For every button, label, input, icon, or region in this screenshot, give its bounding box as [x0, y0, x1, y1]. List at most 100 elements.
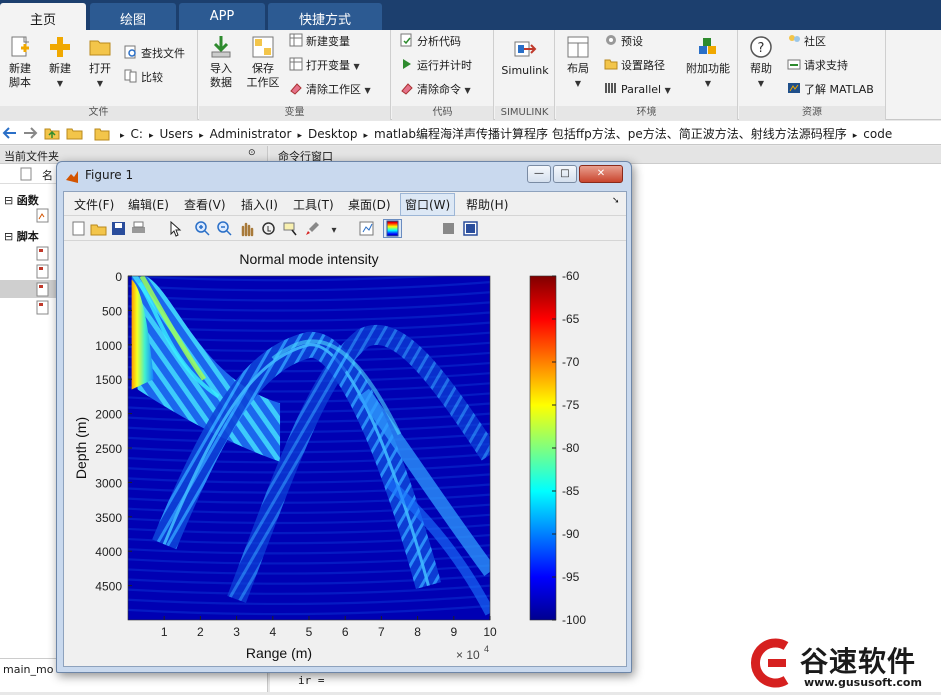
- new-figure-icon[interactable]: [70, 220, 87, 237]
- minimize-button[interactable]: —: [527, 165, 551, 183]
- pointer-icon[interactable]: [166, 220, 183, 237]
- save-icon[interactable]: [110, 220, 127, 237]
- zoom-in-icon[interactable]: [194, 220, 211, 237]
- help-icon: ?: [750, 36, 772, 58]
- data-cursor-icon[interactable]: [282, 220, 299, 237]
- browse-folder-icon[interactable]: [66, 125, 84, 141]
- new-variable-label: 新建变量: [306, 35, 350, 48]
- folder-path-icon: [94, 128, 110, 141]
- save-workspace-button[interactable]: 保存 工作区: [243, 34, 283, 90]
- import-label: 导入 数据: [210, 62, 232, 89]
- pane-menu-icon[interactable]: ⊙: [248, 148, 256, 158]
- breadcrumb-item[interactable]: Users: [159, 127, 193, 141]
- breadcrumb-separator-icon[interactable]: ▸: [853, 131, 858, 141]
- x-tick-label: 10: [483, 625, 497, 639]
- compare-button[interactable]: 比较: [124, 68, 163, 88]
- editor-tab-main[interactable]: main_mo: [0, 658, 60, 680]
- script-file-icon[interactable]: [36, 246, 50, 261]
- set-path-button[interactable]: 设置路径: [604, 56, 665, 76]
- breadcrumb-item[interactable]: C:: [131, 127, 143, 141]
- close-button[interactable]: ✕: [579, 165, 623, 183]
- new-variable-button[interactable]: 新建变量: [289, 32, 350, 52]
- breadcrumb-separator-icon[interactable]: ▸: [149, 131, 154, 141]
- link-icon[interactable]: ▾: [326, 220, 343, 237]
- selected-file-row[interactable]: [0, 280, 60, 298]
- new-script-button[interactable]: 新建 脚本: [2, 34, 38, 90]
- tab-home[interactable]: 主页: [0, 3, 86, 30]
- tab-shortcuts[interactable]: 快捷方式: [268, 3, 382, 30]
- run-and-time-button[interactable]: 运行并计时: [400, 56, 472, 76]
- scripts-group[interactable]: ⊟ 脚本: [4, 228, 39, 246]
- menu-tools[interactable]: 工具(T): [293, 196, 334, 213]
- colorbar-icon[interactable]: [358, 220, 375, 237]
- hide-plot-tools-icon[interactable]: [440, 220, 457, 237]
- find-files-button[interactable]: 查找文件: [124, 44, 185, 64]
- script-file-icon[interactable]: [36, 282, 50, 297]
- breadcrumb-separator-icon[interactable]: ▸: [120, 131, 125, 141]
- forward-arrow-icon[interactable]: [22, 125, 38, 141]
- import-data-button[interactable]: 导入 数据: [203, 34, 239, 90]
- brush-icon[interactable]: [304, 220, 321, 237]
- menu-overflow-icon[interactable]: ➘: [612, 196, 620, 206]
- help-button[interactable]: ? 帮助 ▼: [743, 34, 779, 91]
- collapse-icon[interactable]: ⊟: [4, 194, 13, 207]
- community-button[interactable]: 社区: [787, 32, 826, 52]
- name-column-header[interactable]: 名: [42, 167, 53, 183]
- collapse-icon[interactable]: ⊟: [4, 230, 13, 243]
- legend-icon[interactable]: [383, 219, 402, 238]
- menu-view[interactable]: 查看(V): [184, 196, 226, 213]
- clear-workspace-button[interactable]: 清除工作区 ▼: [289, 80, 371, 100]
- ribbon-group-file: 新建 脚本 新建 ▼ 打开 ▼ 查找文件 比较 文件: [0, 30, 198, 120]
- request-support-button[interactable]: 请求支持: [787, 56, 848, 76]
- request-support-label: 请求支持: [804, 59, 848, 72]
- clear-commands-button[interactable]: 清除命令 ▼: [400, 80, 471, 100]
- breadcrumb-item[interactable]: code: [863, 127, 892, 141]
- x-tick-label: 9: [450, 625, 457, 639]
- parallel-button[interactable]: Parallel ▼: [604, 80, 671, 100]
- menu-window[interactable]: 窗口(W): [400, 193, 456, 216]
- heatmap-chart[interactable]: Normal mode intensity 1 2 3 4 5 6 7 8 9 10 0 500 1000…: [64, 242, 626, 666]
- zoom-out-icon[interactable]: [216, 220, 233, 237]
- functions-group[interactable]: ⊟ 函数: [4, 192, 39, 210]
- print-icon[interactable]: [130, 220, 147, 237]
- layout-button[interactable]: 布局 ▼: [560, 34, 596, 91]
- open-icon[interactable]: [90, 220, 107, 237]
- figure-menubar: 文件(F) 编辑(E) 查看(V) 插入(I) 工具(T) 桌面(D) 窗口(W…: [64, 192, 626, 216]
- simulink-button[interactable]: Simulink: [497, 36, 553, 78]
- breadcrumb-separator-icon[interactable]: ▸: [199, 131, 204, 141]
- ribbon-group-code: 分析代码 运行并计时 清除命令 ▼ 代码: [392, 30, 494, 120]
- restore-button[interactable]: □: [553, 165, 577, 183]
- script-file-icon[interactable]: [36, 264, 50, 279]
- up-folder-icon[interactable]: [44, 125, 60, 141]
- figure-window[interactable]: Figure 1 — □ ✕ 文件(F) 编辑(E) 查看(V) 插入(I) 工…: [56, 161, 632, 673]
- show-plot-tools-icon[interactable]: [462, 220, 479, 237]
- y-axis-label: Depth (m): [73, 417, 89, 479]
- back-arrow-icon[interactable]: [2, 125, 18, 141]
- menu-insert[interactable]: 插入(I): [241, 196, 278, 213]
- menu-help[interactable]: 帮助(H): [466, 196, 508, 213]
- tab-apps[interactable]: APP: [179, 3, 265, 30]
- breadcrumb-item[interactable]: matlab编程海洋声传播计算程序 包括ffp方法、pe方法、简正波方法、射线方…: [374, 127, 847, 141]
- x-axis-label: Range (m): [246, 645, 312, 661]
- menu-desktop[interactable]: 桌面(D): [348, 196, 391, 213]
- menu-edit[interactable]: 编辑(E): [128, 196, 169, 213]
- open-button[interactable]: 打开 ▼: [82, 34, 118, 91]
- m-file-icon[interactable]: [36, 208, 50, 223]
- add-ons-button[interactable]: 附加功能 ▼: [684, 34, 732, 91]
- learn-matlab-button[interactable]: 了解 MATLAB: [787, 80, 874, 100]
- new-button[interactable]: 新建 ▼: [42, 34, 78, 91]
- rotate-icon[interactable]: [260, 220, 277, 237]
- tab-plots[interactable]: 绘图: [90, 3, 176, 30]
- breadcrumb-separator-icon[interactable]: ▸: [297, 131, 302, 141]
- preferences-button[interactable]: 预设: [604, 32, 643, 52]
- breadcrumb-item[interactable]: Administrator: [210, 127, 292, 141]
- parallel-label: Parallel: [621, 83, 662, 96]
- menu-file[interactable]: 文件(F): [74, 196, 114, 213]
- script-file-icon[interactable]: [36, 300, 50, 315]
- open-variable-button[interactable]: 打开变量 ▼: [289, 56, 360, 76]
- pan-icon[interactable]: [238, 220, 255, 237]
- analyze-code-button[interactable]: 分析代码: [400, 32, 461, 52]
- layout-label: 布局: [567, 62, 589, 75]
- breadcrumb-item[interactable]: Desktop: [308, 127, 358, 141]
- breadcrumb-separator-icon[interactable]: ▸: [363, 131, 368, 141]
